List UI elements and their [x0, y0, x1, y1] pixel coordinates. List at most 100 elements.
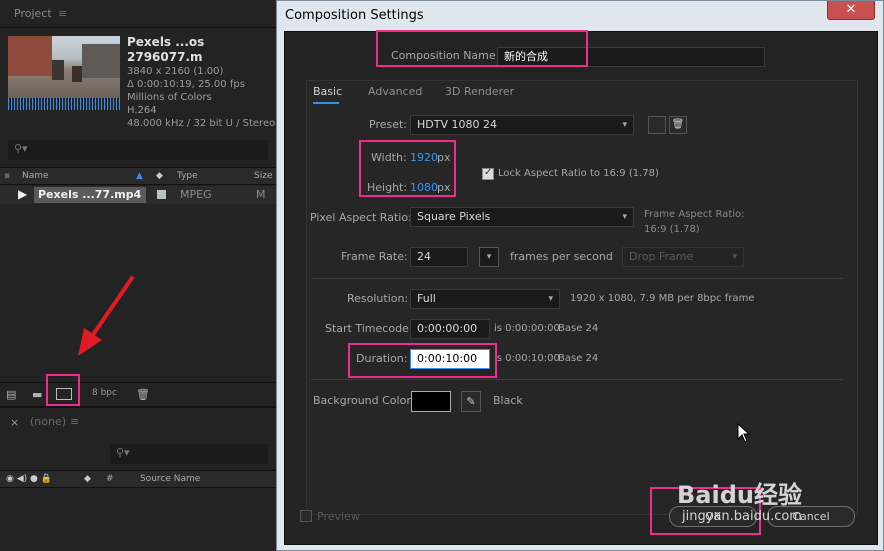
preview-label: Preview: [317, 510, 360, 523]
project-panel-title[interactable]: Project: [14, 7, 52, 20]
pixel-aspect-value: Square Pixels: [417, 210, 491, 223]
divider: [311, 278, 843, 279]
project-bottom-bar: ▤ ▬ 8 bpc 🗑: [0, 382, 276, 404]
timeline-column-header: ◉ ◀) ● 🔒 ◆ # Source Name: [0, 470, 276, 488]
preset-select[interactable]: HDTV 1080 24 ▾: [410, 115, 634, 135]
frame-rate-label: Frame Rate:: [341, 250, 408, 263]
tag-icon: ◆: [156, 171, 163, 181]
chevron-down-icon: ▾: [732, 252, 737, 262]
audio-waveform: [8, 98, 120, 110]
tab-advanced[interactable]: Advanced: [368, 85, 422, 98]
bpc-button[interactable]: 8 bpc: [92, 388, 117, 398]
save-preset-icon[interactable]: [648, 116, 666, 134]
preset-label: Preset:: [369, 118, 408, 131]
width-height-highlight: [359, 140, 456, 197]
start-timecode-base: Base 24: [558, 323, 599, 334]
timeline-tab[interactable]: (none): [30, 415, 66, 428]
duration-base: Base 24: [558, 353, 599, 364]
footage-play-icon: ▶: [18, 187, 28, 201]
footage-info: Pexels ...os 2796077.m 3840 x 2160 (1.00…: [127, 35, 276, 130]
composition-settings-dialog: Composition Settings ✕ Composition Name:…: [276, 0, 884, 551]
fps-label: frames per second: [510, 250, 613, 263]
project-item-row[interactable]: ▶ Pexels ...77.mp4 MPEG M: [0, 186, 276, 204]
start-timecode-info: is 0:00:00:00: [494, 323, 560, 334]
comp-name-highlight: [376, 30, 588, 67]
dialog-close-button[interactable]: ✕: [827, 1, 875, 20]
project-item-name: Pexels ...77.mp4: [34, 187, 146, 203]
column-name[interactable]: Name: [22, 171, 49, 181]
frame-rate-dropdown-icon[interactable]: ▾: [479, 247, 499, 267]
frame-aspect-label: Frame Aspect Ratio:: [644, 209, 745, 220]
preset-value: HDTV 1080 24: [417, 118, 497, 131]
new-comp-highlight: [46, 374, 80, 406]
timeline-menu-icon[interactable]: ≡: [70, 415, 79, 428]
baidu-watermark-url: jingyan.baidu.com: [682, 509, 802, 524]
pixel-aspect-label: Pixel Aspect Ratio:: [310, 211, 412, 224]
column-label-icon: ▪: [4, 171, 11, 181]
column-type[interactable]: Type: [177, 171, 198, 181]
divider: [311, 379, 843, 380]
baidu-watermark: Baidu经验: [677, 481, 802, 509]
column-source-name[interactable]: Source Name: [140, 474, 200, 484]
project-column-header: ▪ Name ▲ ◆ Type Size: [0, 167, 276, 185]
footage-title: Pexels ...os 2796077.m: [127, 35, 205, 64]
project-item-size: M: [256, 188, 266, 201]
resolution-info: 1920 x 1080, 7.9 MB per 8bpc frame: [570, 293, 755, 304]
red-arrow-annotation: [78, 276, 134, 356]
frame-aspect-value: 16:9 (1.78): [644, 224, 700, 235]
visibility-icons[interactable]: ◉ ◀) ● 🔒: [6, 474, 52, 484]
resolution-value: Full: [417, 292, 436, 305]
footage-codec: H.264: [127, 105, 157, 116]
timeline-search-icon: ⚲▾: [116, 446, 130, 459]
interpret-footage-icon[interactable]: ▤: [6, 388, 20, 401]
drop-frame-select: Drop Frame ▾: [622, 247, 744, 267]
preview-checkbox[interactable]: [300, 510, 312, 522]
mouse-cursor-icon: [737, 423, 751, 443]
panel-menu-icon[interactable]: ≡: [58, 7, 67, 20]
chevron-down-icon: ▾: [622, 212, 627, 222]
dialog-body: Composition Name: 新的合成 Basic Advanced 3D…: [284, 31, 878, 545]
delete-preset-icon[interactable]: 🗑: [669, 116, 687, 134]
dialog-title: Composition Settings: [285, 8, 424, 23]
timeline-search-input[interactable]: ⚲▾: [110, 444, 268, 464]
column-hash: #: [106, 474, 114, 484]
close-tab-icon[interactable]: ×: [10, 416, 19, 429]
start-timecode-input[interactable]: 0:00:00:00: [410, 319, 490, 339]
chevron-down-icon: ▾: [622, 120, 627, 130]
eyedropper-icon[interactable]: ✎: [461, 391, 481, 412]
background-color-name: Black: [493, 394, 523, 407]
footage-thumbnail: [8, 36, 120, 98]
footage-audio: 48.000 kHz / 32 bit U / Stereo: [127, 118, 276, 129]
column-size[interactable]: Size: [254, 171, 272, 181]
duration-info: is 0:00:10:00: [494, 353, 560, 364]
sort-up-icon[interactable]: ▲: [136, 171, 143, 181]
background-color-label: Background Color:: [313, 394, 415, 407]
project-panel: Project ≡ Pexels ...os 2796077.m 3840 x …: [0, 0, 276, 551]
footage-duration: Δ 0:00:10:19, 25.00 fps: [127, 79, 245, 90]
active-tab-indicator: [313, 102, 339, 104]
start-timecode-label: Start Timecode:: [325, 322, 413, 335]
project-search-input[interactable]: ⚲▾: [8, 140, 268, 160]
lock-aspect-checkbox[interactable]: ✓: [482, 167, 494, 180]
duration-highlight: [348, 343, 497, 378]
chevron-down-icon: ▾: [548, 294, 553, 304]
timeline-tag-icon: ◆: [84, 474, 91, 484]
lock-aspect-label: Lock Aspect Ratio to 16:9 (1.78): [498, 168, 659, 179]
checkmark-icon: ✓: [484, 167, 493, 178]
project-panel-header: Project ≡: [0, 0, 276, 28]
new-folder-icon[interactable]: ▬: [32, 388, 46, 401]
footage-colors: Millions of Colors: [127, 92, 212, 103]
project-item-type: MPEG: [180, 188, 212, 201]
label-color-swatch: [157, 190, 166, 199]
background-color-swatch[interactable]: [411, 391, 451, 412]
frame-rate-input[interactable]: 24: [410, 247, 468, 267]
tab-3d-renderer[interactable]: 3D Renderer: [445, 85, 514, 98]
search-icon: ⚲▾: [14, 142, 28, 155]
resolution-label: Resolution:: [347, 292, 409, 305]
trash-icon[interactable]: 🗑: [136, 388, 150, 401]
drop-frame-value: Drop Frame: [629, 250, 694, 263]
footage-resolution: 3840 x 2160 (1.00): [127, 66, 224, 77]
resolution-select[interactable]: Full ▾: [410, 289, 560, 309]
pixel-aspect-select[interactable]: Square Pixels ▾: [410, 207, 634, 227]
tab-basic[interactable]: Basic: [313, 85, 342, 98]
